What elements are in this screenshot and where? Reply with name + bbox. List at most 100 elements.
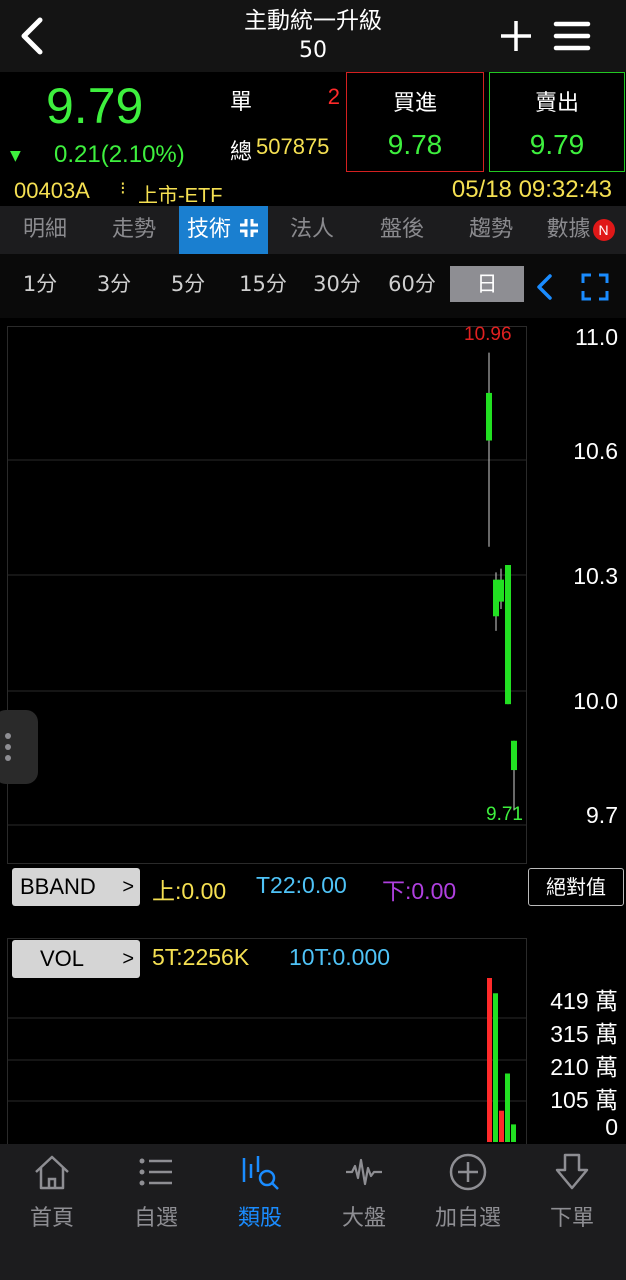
vol-button-label: VOL (40, 946, 85, 971)
high-price-label: 10.96 (464, 324, 512, 345)
tab-details[interactable]: 明細 (0, 206, 90, 254)
y-tick-label: 10.3 (573, 563, 618, 589)
period-3min[interactable]: 3分 (82, 266, 146, 302)
chevron-left-icon[interactable] (530, 272, 560, 302)
more-vertical-icon (5, 733, 11, 761)
bband-mid: T22:0.00 (256, 872, 347, 898)
buy-button[interactable]: 買進 9.78 (346, 72, 484, 172)
nav-order-label: 下單 (549, 1206, 594, 1231)
new-badge: N (592, 219, 615, 241)
bband-button[interactable]: BBAND > (12, 868, 140, 906)
vol-tick-label: 0 (605, 1114, 618, 1140)
chevron-right-icon: > (122, 876, 134, 898)
chevron-right-icon: > (122, 948, 134, 970)
bottom-navigation: 首頁 自選 類股 大盤 加自選 下單 (0, 1144, 626, 1280)
nav-sectors[interactable]: 類股 (208, 1144, 312, 1244)
add-circle-icon (449, 1153, 487, 1191)
fullscreen-icon[interactable] (578, 270, 612, 304)
total-volume-label: 總 (230, 140, 253, 165)
tab-data[interactable]: 數據 N (535, 206, 626, 254)
nav-order[interactable]: 下單 (520, 1144, 624, 1244)
nav-sectors-label: 類股 (237, 1206, 282, 1231)
tab-trends[interactable]: 趨勢 (447, 206, 535, 254)
down-arrow-icon: ▼ (10, 148, 21, 164)
volume-chart[interactable]: VOL > 5T:2256K 10T:0.000 419 萬 315 萬 210… (0, 930, 626, 1144)
sort-icon: ⁝ (120, 178, 126, 199)
period-15min[interactable]: 15分 (230, 266, 296, 302)
nav-watchlist-label: 自選 (133, 1206, 178, 1231)
pulse-icon (346, 1158, 382, 1186)
low-price-label: 9.71 (486, 804, 523, 825)
period-30min[interactable]: 30分 (304, 266, 370, 302)
period-1min[interactable]: 1分 (8, 266, 72, 302)
price-change: 0.21(2.10%) (54, 141, 185, 168)
app-header: 主動統一升級 50 (0, 0, 626, 72)
candle-body (498, 579, 504, 602)
nav-add-watchlist[interactable]: 加自選 (416, 1144, 520, 1244)
list-icon (139, 1158, 172, 1186)
vol-5t: 5T:2256K (152, 944, 250, 970)
plus-icon[interactable] (496, 16, 536, 56)
bband-upper: 上:0.00 (152, 878, 227, 904)
nav-watchlist[interactable]: 自選 (104, 1144, 208, 1244)
bband-lower: 下:0.00 (382, 878, 457, 904)
vol-tick-label: 315 萬 (550, 1021, 618, 1047)
tab-trend[interactable]: 走勢 (90, 206, 178, 254)
stock-code: 00403A (14, 178, 90, 203)
side-drawer-handle[interactable] (0, 710, 38, 784)
period-bar: 1分 3分 5分 15分 30分 60分 日 (0, 254, 626, 318)
nav-home[interactable]: 首頁 (0, 1144, 104, 1244)
y-tick-label: 10.0 (573, 688, 618, 714)
tab-data-label: 數據 (546, 217, 591, 242)
candle-body (511, 740, 517, 771)
tab-institutional[interactable]: 法人 (268, 206, 356, 254)
nav-market[interactable]: 大盤 (312, 1144, 416, 1244)
period-60min[interactable]: 60分 (378, 266, 446, 302)
candle-body (505, 565, 511, 705)
y-tick-label: 10.6 (573, 438, 618, 464)
nav-home-label: 首頁 (29, 1206, 74, 1231)
nav-market-label: 大盤 (341, 1206, 386, 1231)
vol-10t: 10T:0.000 (289, 944, 391, 970)
menu-icon[interactable] (552, 16, 592, 56)
tab-bar: 明細 走勢 技術 法人 盤後 趨勢 數據 N (0, 206, 626, 254)
home-icon (35, 1155, 69, 1190)
period-5min[interactable]: 5分 (156, 266, 220, 302)
single-volume-value: 2 (327, 84, 340, 109)
volume-bar (511, 1124, 516, 1142)
candle-plot (8, 352, 527, 826)
total-volume-value: 507875 (256, 134, 330, 159)
nav-add-watchlist-label: 加自選 (434, 1206, 501, 1231)
quote-panel: 9.79 ▼ 0.21(2.10%) 單 2 總 507875 買進 9.78 … (0, 72, 626, 207)
candle-body (486, 392, 492, 441)
download-arrow-icon (555, 1153, 589, 1190)
bband-button-label: BBAND (20, 874, 96, 899)
period-day[interactable]: 日 (450, 266, 524, 302)
absolute-value-button[interactable]: 絕對值 (528, 868, 624, 906)
volume-bar (505, 1073, 510, 1142)
collapse-icon (240, 219, 258, 237)
volume-bar (499, 1110, 504, 1142)
sell-price: 9.79 (529, 129, 585, 160)
sell-button[interactable]: 賣出 9.79 (489, 72, 625, 172)
buy-price: 9.78 (387, 129, 443, 160)
last-price: 9.79 (46, 78, 144, 134)
candlestick-chart[interactable]: 10.96 9.71 11.0 10.6 10.3 10.0 9.7 (0, 318, 626, 866)
vol-tick-label: 419 萬 (550, 988, 618, 1014)
quote-datetime: 05/18 09:32:43 (451, 176, 612, 203)
tab-technical[interactable]: 技術 (179, 206, 268, 254)
volume-bar (493, 993, 498, 1142)
bband-indicator-row: BBAND > 上:0.00 T22:0.00 下:0.00 絕對值 (0, 866, 626, 910)
y-tick-label: 11.0 (574, 324, 618, 350)
vol-button[interactable]: VOL > (12, 940, 140, 978)
market-type: 上市-ETF (138, 185, 223, 207)
y-tick-label: 9.7 (586, 802, 618, 828)
single-volume-label: 單 (230, 90, 253, 115)
vol-tick-label: 210 萬 (550, 1054, 618, 1080)
tab-after-hours[interactable]: 盤後 (357, 206, 447, 254)
volume-bar (487, 978, 492, 1142)
tab-technical-label: 技術 (186, 217, 231, 242)
sell-label: 賣出 (534, 91, 579, 116)
chart-search-icon (242, 1156, 279, 1190)
buy-label: 買進 (392, 91, 437, 116)
